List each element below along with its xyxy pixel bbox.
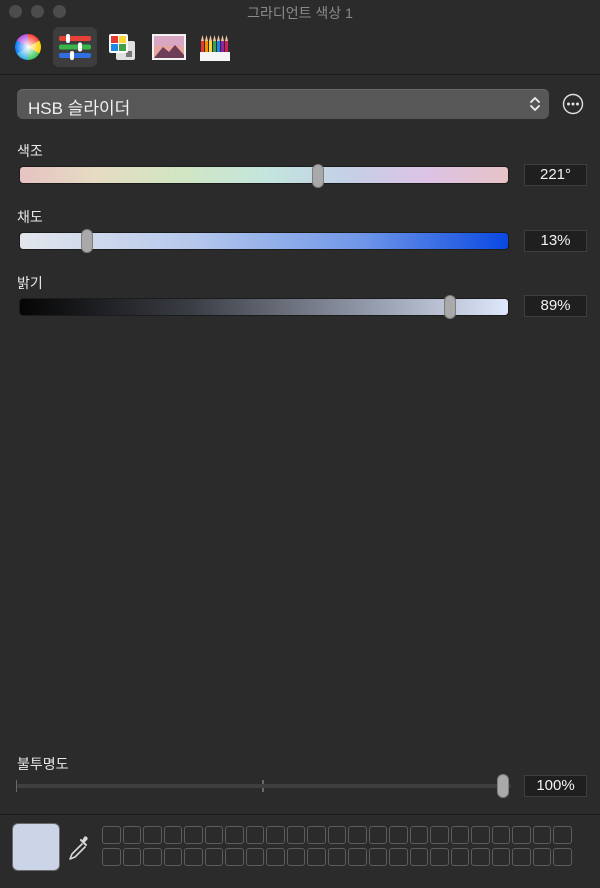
swatch-well[interactable] xyxy=(286,848,305,866)
swatch-well[interactable] xyxy=(491,826,510,844)
brightness-value-field[interactable]: 89% xyxy=(524,295,587,317)
swatch-well[interactable] xyxy=(143,826,162,844)
swatch-well[interactable] xyxy=(348,848,367,866)
swatch-well[interactable] xyxy=(389,826,408,844)
slider-mode-select[interactable]: HSB 슬라이더 xyxy=(17,89,549,119)
swatch-well[interactable] xyxy=(245,826,264,844)
sliders-icon xyxy=(59,34,91,60)
tab-pencils[interactable] xyxy=(194,27,238,67)
saturation-slider-knob[interactable] xyxy=(81,229,94,253)
swatch-well[interactable] xyxy=(409,848,428,866)
opacity-label: 불투명도 xyxy=(17,756,69,772)
tab-color-palettes[interactable] xyxy=(100,27,144,67)
saturation-value-field[interactable]: 13% xyxy=(524,230,587,252)
swatch-well[interactable] xyxy=(102,826,121,844)
swatch-well[interactable] xyxy=(225,826,244,844)
swatch-well[interactable] xyxy=(225,848,244,866)
swatch-well[interactable] xyxy=(471,826,490,844)
eyedropper-icon[interactable] xyxy=(66,834,92,862)
color-wheel-icon xyxy=(14,34,42,60)
swatch-well[interactable] xyxy=(266,848,285,866)
chevron-up-down-icon xyxy=(530,97,540,111)
hue-slider-track[interactable] xyxy=(19,166,509,184)
swatch-well[interactable] xyxy=(122,848,141,866)
title-bar: 그라디언트 색상 1 xyxy=(0,0,600,24)
hue-label: 색조 xyxy=(17,143,43,159)
swatch-well[interactable] xyxy=(430,848,449,866)
swatch-well[interactable] xyxy=(286,826,305,844)
swatch-well[interactable] xyxy=(204,848,223,866)
swatch-well[interactable] xyxy=(512,848,531,866)
swatch-well[interactable] xyxy=(122,826,141,844)
swatch-well[interactable] xyxy=(143,848,162,866)
swatch-well[interactable] xyxy=(307,826,326,844)
tab-image-palettes[interactable] xyxy=(147,27,191,67)
swatch-well[interactable] xyxy=(450,848,469,866)
swatch-well[interactable] xyxy=(389,848,408,866)
image-icon xyxy=(152,34,186,60)
opacity-value-field[interactable]: 100% xyxy=(524,775,587,797)
swatch-well[interactable] xyxy=(348,826,367,844)
swatch-well[interactable] xyxy=(471,848,490,866)
hue-value-field[interactable]: 221° xyxy=(524,164,587,186)
swatch-well[interactable] xyxy=(553,826,572,844)
swatch-well[interactable] xyxy=(327,826,346,844)
opacity-slider-knob[interactable] xyxy=(497,774,509,798)
swatch-well[interactable] xyxy=(204,826,223,844)
swatch-well[interactable] xyxy=(368,826,387,844)
swatch-well[interactable] xyxy=(163,826,182,844)
swatch-well[interactable] xyxy=(532,848,551,866)
picker-mode-toolbar xyxy=(0,24,600,74)
slider-mode-value: HSB 슬라이더 xyxy=(28,99,131,118)
brightness-slider-knob[interactable] xyxy=(444,295,457,319)
tab-color-wheel[interactable] xyxy=(6,27,50,67)
swatch-well[interactable] xyxy=(409,826,428,844)
palette-icon xyxy=(109,34,135,60)
swatch-well[interactable] xyxy=(450,826,469,844)
swatch-well[interactable] xyxy=(184,826,203,844)
swatch-well[interactable] xyxy=(532,826,551,844)
swatch-well[interactable] xyxy=(102,848,121,866)
swatch-well[interactable] xyxy=(266,826,285,844)
brightness-label: 밝기 xyxy=(17,275,43,291)
swatch-well[interactable] xyxy=(368,848,387,866)
swatch-well[interactable] xyxy=(163,848,182,866)
bottom-divider xyxy=(0,814,600,815)
saturation-label: 채도 xyxy=(17,209,43,225)
brightness-slider-track[interactable] xyxy=(19,298,509,316)
toolbar-divider xyxy=(0,74,600,75)
tab-color-sliders[interactable] xyxy=(53,27,97,67)
swatch-well[interactable] xyxy=(307,848,326,866)
color-panel-window: 그라디언트 색상 1 HSB 슬라이더 색조 221° 채도 13% 밝기 89… xyxy=(0,0,600,888)
swatch-well[interactable] xyxy=(553,848,572,866)
swatch-well[interactable] xyxy=(327,848,346,866)
current-color-well[interactable] xyxy=(12,823,60,871)
swatch-wells xyxy=(102,826,572,866)
pencils-icon xyxy=(200,35,230,61)
swatch-well[interactable] xyxy=(245,848,264,866)
swatch-well[interactable] xyxy=(184,848,203,866)
window-title: 그라디언트 색상 1 xyxy=(247,5,353,21)
swatch-well[interactable] xyxy=(430,826,449,844)
swatch-well[interactable] xyxy=(512,826,531,844)
opacity-slider-track[interactable] xyxy=(17,784,511,788)
ellipsis-circle-icon[interactable] xyxy=(562,93,584,115)
hue-slider-knob[interactable] xyxy=(312,164,325,188)
swatch-well[interactable] xyxy=(491,848,510,866)
